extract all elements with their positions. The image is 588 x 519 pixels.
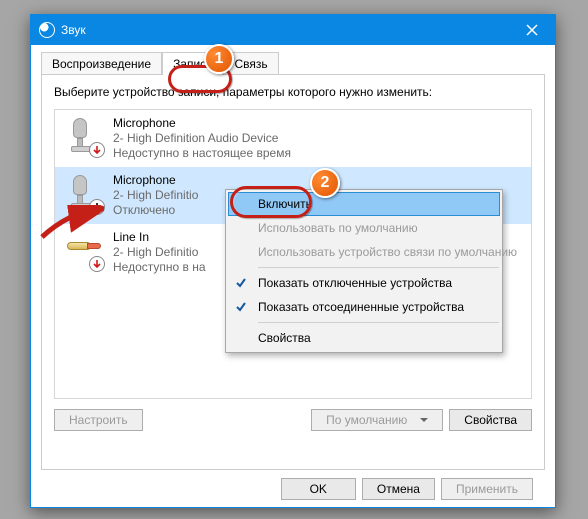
device-name: Line In (113, 230, 206, 245)
arrow-down-red-icon (89, 142, 105, 158)
device-subtitle: 2- High Definitio (113, 188, 198, 203)
titlebar[interactable]: Звук (31, 15, 555, 45)
context-menu: Включить Использовать по умолчанию Испол… (225, 189, 503, 353)
device-status: Отключено (113, 203, 198, 218)
close-button[interactable] (509, 15, 555, 45)
properties-button[interactable]: Свойства (449, 409, 532, 431)
cancel-button[interactable]: Отмена (362, 478, 435, 500)
chevron-down-icon (420, 418, 428, 426)
menu-separator (258, 322, 499, 323)
tab-recording[interactable]: Запись (162, 52, 223, 75)
device-status: Недоступно в настоящее время (113, 146, 291, 161)
arrow-down-black-icon (89, 199, 105, 215)
microphone-icon (63, 173, 103, 213)
menu-separator (258, 267, 499, 268)
linein-icon (63, 230, 103, 270)
menu-use-default[interactable]: Использовать по умолчанию (228, 216, 500, 240)
ok-button[interactable]: OK (281, 478, 356, 500)
default-label: По умолчанию (326, 413, 407, 427)
device-name: Microphone (113, 116, 291, 131)
apply-button[interactable]: Применить (441, 478, 533, 500)
menu-properties[interactable]: Свойства (228, 326, 500, 350)
menu-show-disconnected[interactable]: Показать отсоединенные устройства (228, 295, 500, 319)
window-title: Звук (61, 23, 86, 37)
device-name: Microphone (113, 173, 198, 188)
instruction-text: Выберите устройство записи, параметры ко… (54, 85, 532, 99)
tab-playback[interactable]: Воспроизведение (41, 52, 162, 75)
default-dropdown[interactable]: По умолчанию (311, 409, 443, 431)
device-subtitle: 2- High Definition Audio Device (113, 131, 291, 146)
menu-enable[interactable]: Включить (228, 192, 500, 216)
device-status: Недоступно в на (113, 260, 206, 275)
sound-icon (39, 22, 55, 38)
configure-button[interactable]: Настроить (54, 409, 143, 431)
check-icon (235, 301, 247, 313)
microphone-icon (63, 116, 103, 156)
arrow-down-red-icon (89, 256, 105, 272)
menu-show-disabled[interactable]: Показать отключенные устройства (228, 271, 500, 295)
device-item[interactable]: Microphone 2- High Definition Audio Devi… (55, 110, 531, 167)
check-icon (235, 277, 247, 289)
device-subtitle: 2- High Definitio (113, 245, 206, 260)
tab-strip: Воспроизведение Запись Связь (41, 52, 545, 75)
tab-communication[interactable]: Связь (223, 52, 278, 75)
close-icon (526, 24, 538, 36)
menu-use-comm-default[interactable]: Использовать устройство связи по умолчан… (228, 240, 500, 264)
